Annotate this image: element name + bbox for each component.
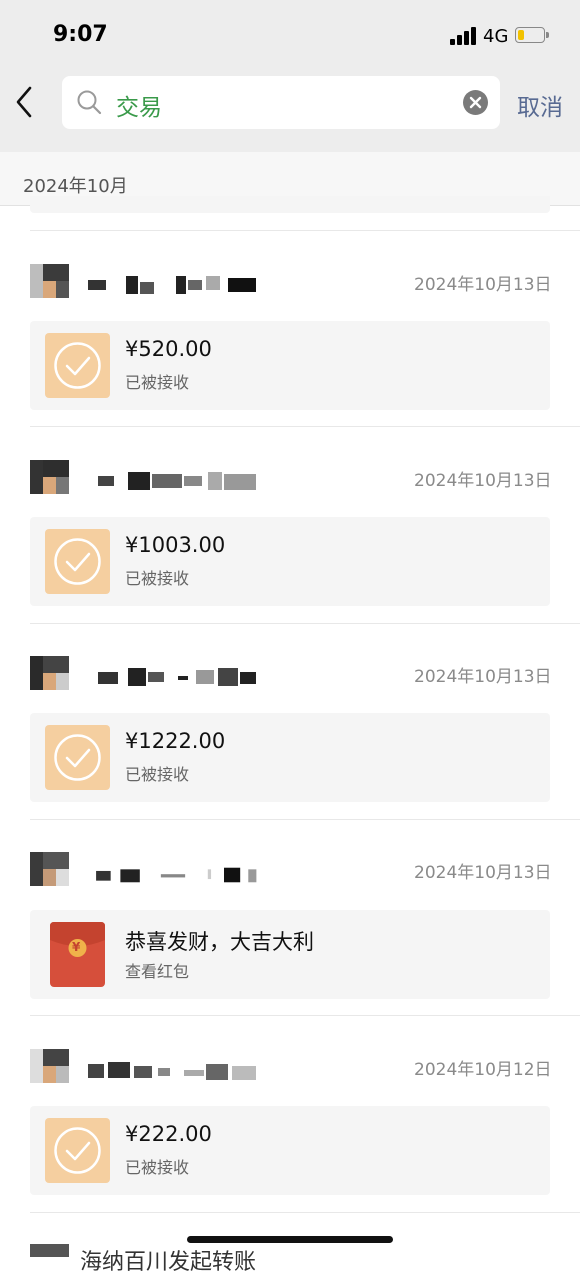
blurred-name	[96, 867, 257, 883]
battery-icon	[515, 27, 549, 43]
divider	[30, 426, 580, 427]
avatar	[30, 1242, 69, 1257]
clear-search-button[interactable]	[463, 90, 488, 115]
transfer-received-icon	[45, 725, 110, 790]
avatar	[30, 852, 69, 886]
top-bar: 9:07 4G 交易 取消	[0, 0, 580, 152]
month-label: 2024年10月	[23, 176, 128, 197]
amount: ¥1222.00	[125, 729, 226, 753]
amount: ¥222.00	[125, 1122, 212, 1146]
status-text: 已被接收	[125, 569, 190, 588]
red-packet-icon: ¥	[50, 922, 105, 987]
avatar	[30, 460, 69, 494]
red-packet-badge: ¥	[72, 940, 81, 954]
blurred-name	[88, 1062, 256, 1080]
divider	[30, 1015, 580, 1016]
home-indicator[interactable]	[187, 1236, 393, 1243]
cancel-button[interactable]: 取消	[517, 88, 563, 122]
avatar	[30, 656, 69, 690]
item-date: 2024年10月12日	[414, 1060, 552, 1080]
search-input[interactable]: 交易	[62, 76, 500, 129]
item-date: 2024年10月13日	[414, 667, 552, 687]
transfer-card[interactable]: ¥222.00 已被接收	[30, 1106, 550, 1195]
transfer-card[interactable]: ¥1003.00 已被接收	[30, 517, 550, 606]
transfer-card[interactable]: ¥520.00 已被接收	[30, 321, 550, 410]
avatar	[30, 1049, 69, 1083]
search-icon	[77, 90, 102, 115]
back-button[interactable]	[10, 84, 42, 120]
partial-item-name: 海纳百川发起转账	[80, 1250, 257, 1275]
divider	[30, 819, 580, 820]
blurred-name	[98, 668, 256, 686]
item-date: 2024年10月13日	[414, 863, 552, 883]
search-query: 交易	[116, 95, 162, 121]
red-packet-subtitle: 查看红包	[125, 962, 190, 981]
status-time: 9:07	[53, 22, 108, 47]
status-text: 已被接收	[125, 373, 190, 392]
transfer-received-icon	[45, 529, 110, 594]
amount: ¥1003.00	[125, 533, 226, 557]
item-date: 2024年10月13日	[414, 275, 552, 295]
red-packet-card[interactable]: ¥ 恭喜发财，大吉大利 查看红包	[30, 910, 550, 999]
blurred-name	[88, 276, 256, 294]
amount: ¥520.00	[125, 337, 212, 361]
avatar	[30, 264, 69, 298]
divider	[30, 230, 580, 231]
divider	[30, 623, 580, 624]
network-label: 4G	[483, 26, 509, 47]
chevron-left-icon	[16, 86, 32, 118]
item-date: 2024年10月13日	[414, 471, 552, 491]
close-icon	[469, 96, 482, 109]
signal-icon	[450, 27, 478, 45]
transfer-card[interactable]: ¥1222.00 已被接收	[30, 713, 550, 802]
status-text: 已被接收	[125, 765, 190, 784]
transfer-received-icon	[45, 333, 110, 398]
red-packet-title: 恭喜发财，大吉大利	[125, 930, 314, 954]
blurred-name	[98, 472, 256, 490]
transfer-received-icon	[45, 1118, 110, 1183]
divider	[30, 1212, 580, 1213]
previous-card-stub	[30, 196, 550, 213]
status-text: 已被接收	[125, 1158, 190, 1177]
